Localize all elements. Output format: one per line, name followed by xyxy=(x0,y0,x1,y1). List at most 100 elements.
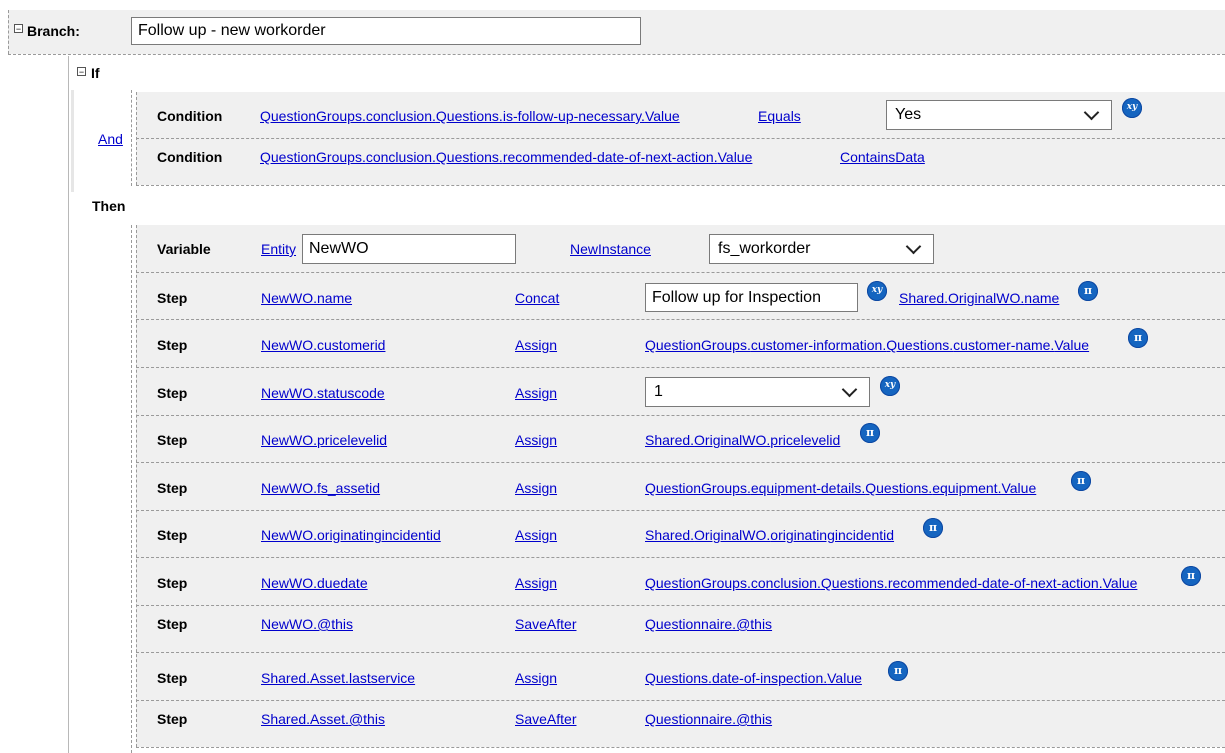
path-segment[interactable]: NewWO. xyxy=(261,616,317,632)
statuscode-select[interactable]: 1 xyxy=(645,377,870,407)
chevron-down-icon xyxy=(841,381,858,398)
path-segment[interactable]: QuestionGroups. xyxy=(260,149,366,165)
path-segment[interactable]: is-follow-up-necessary. xyxy=(503,108,645,124)
path-segment[interactable]: equipment-details. xyxy=(751,480,865,496)
path-segment[interactable]: date-of-inspection. xyxy=(712,670,827,686)
entity-link[interactable]: Entity xyxy=(261,241,296,257)
path-segment[interactable]: Value xyxy=(1054,337,1089,353)
path-segment[interactable]: QuestionGroups. xyxy=(645,480,751,496)
path-segment[interactable]: fs_assetid xyxy=(317,480,380,496)
path-segment[interactable]: Questions. xyxy=(886,337,953,353)
pi-icon[interactable]: π xyxy=(1128,328,1148,348)
path-segment[interactable]: NewWO. xyxy=(261,575,317,591)
path-segment[interactable]: Questions. xyxy=(436,108,503,124)
operator-link[interactable]: Equals xyxy=(758,108,801,124)
path-segment[interactable]: pricelevelid xyxy=(770,432,840,448)
path-segment[interactable]: conclusion. xyxy=(751,575,821,591)
path-segment[interactable]: conclusion. xyxy=(366,149,436,165)
path-segment[interactable]: statuscode xyxy=(317,385,385,401)
branch-name-input[interactable]: Follow up - new workorder xyxy=(131,17,641,45)
step-action-link[interactable]: SaveAfter xyxy=(515,616,576,632)
path-segment[interactable]: QuestionGroups. xyxy=(260,108,366,124)
path-segment[interactable]: Shared. xyxy=(645,527,694,543)
path-segment[interactable]: Value xyxy=(1103,575,1138,591)
path-segment[interactable]: Shared. xyxy=(899,290,948,306)
path-segment[interactable]: duedate xyxy=(317,575,368,591)
path-segment[interactable]: recommended-date-of-next-action. xyxy=(888,575,1103,591)
path-segment[interactable]: conclusion. xyxy=(366,108,436,124)
path-segment[interactable]: NewWO. xyxy=(261,480,317,496)
path-segment[interactable]: Value xyxy=(645,108,680,124)
path-segment[interactable]: originatingincidentid xyxy=(770,527,894,543)
path-segment[interactable]: recommended-date-of-next-action. xyxy=(503,149,718,165)
pi-icon[interactable]: π xyxy=(860,423,880,443)
path-segment[interactable]: Value xyxy=(1001,480,1036,496)
path-segment[interactable]: Asset. xyxy=(310,711,349,727)
path-segment[interactable]: @this xyxy=(736,711,772,727)
step-action-link[interactable]: Assign xyxy=(515,670,557,686)
path-segment[interactable]: name xyxy=(317,290,352,306)
concat-text-input[interactable]: Follow up for Inspection xyxy=(645,283,858,312)
path-segment[interactable]: Questionnaire. xyxy=(645,711,736,727)
new-instance-link[interactable]: NewInstance xyxy=(570,241,651,257)
step-action-link[interactable]: Assign xyxy=(515,527,557,543)
path-segment[interactable]: OriginalWO. xyxy=(948,290,1024,306)
path-segment[interactable]: @this xyxy=(736,616,772,632)
path-segment[interactable]: OriginalWO. xyxy=(694,432,770,448)
divider xyxy=(8,10,9,54)
path-segment[interactable]: Asset. xyxy=(310,670,349,686)
path-segment[interactable]: QuestionGroups. xyxy=(645,337,751,353)
xy-icon[interactable]: xy xyxy=(880,376,900,396)
path-segment[interactable]: customer-information. xyxy=(751,337,886,353)
path-segment[interactable]: name xyxy=(1024,290,1059,306)
path-segment[interactable]: NewWO. xyxy=(261,432,317,448)
pi-icon[interactable]: π xyxy=(1071,471,1091,491)
path-segment[interactable]: QuestionGroups. xyxy=(645,575,751,591)
pi-icon[interactable]: π xyxy=(1078,281,1098,301)
condition-value-select[interactable]: Yes xyxy=(886,100,1112,130)
step-action-link[interactable]: Assign xyxy=(515,575,557,591)
path-segment[interactable]: Shared. xyxy=(261,670,310,686)
path-segment[interactable]: customerid xyxy=(317,337,385,353)
path-segment[interactable]: Questions. xyxy=(645,670,712,686)
path-segment[interactable]: OriginalWO. xyxy=(694,527,770,543)
pi-icon[interactable]: π xyxy=(888,661,908,681)
xy-icon[interactable]: xy xyxy=(1122,98,1142,118)
path-segment[interactable]: Shared. xyxy=(645,432,694,448)
step-action-link[interactable]: Assign xyxy=(515,337,557,353)
pi-icon[interactable]: π xyxy=(923,518,943,538)
step-action-link[interactable]: SaveAfter xyxy=(515,711,576,727)
condition-path: QuestionGroups.conclusion.Questions.is-f… xyxy=(260,108,680,124)
entity-type-select[interactable]: fs_workorder xyxy=(709,234,934,264)
pi-icon[interactable]: π xyxy=(1181,566,1201,586)
path-segment[interactable]: Questions. xyxy=(821,575,888,591)
path-segment[interactable]: Questionnaire. xyxy=(645,616,736,632)
if-label: If xyxy=(91,65,100,81)
path-segment[interactable]: Questions. xyxy=(865,480,932,496)
path-segment[interactable]: NewWO. xyxy=(261,527,317,543)
path-segment[interactable]: NewWO. xyxy=(261,290,317,306)
collapse-icon[interactable]: − xyxy=(77,67,86,76)
xy-icon[interactable]: xy xyxy=(867,281,887,301)
path-segment[interactable]: Value xyxy=(718,149,753,165)
path-segment[interactable]: NewWO. xyxy=(261,385,317,401)
operator-link[interactable]: ContainsData xyxy=(840,149,925,165)
path-segment[interactable]: originatingincidentid xyxy=(317,527,441,543)
entity-name-input[interactable]: NewWO xyxy=(302,234,516,264)
path-segment[interactable]: Value xyxy=(827,670,862,686)
step-action-link[interactable]: Assign xyxy=(515,480,557,496)
path-segment[interactable]: pricelevelid xyxy=(317,432,387,448)
collapse-icon[interactable]: − xyxy=(14,24,23,33)
path-segment[interactable]: @this xyxy=(317,616,353,632)
step-action-link[interactable]: Assign xyxy=(515,432,557,448)
path-segment[interactable]: Shared. xyxy=(261,711,310,727)
path-segment[interactable]: customer-name. xyxy=(953,337,1054,353)
path-segment[interactable]: @this xyxy=(349,711,385,727)
step-action-link[interactable]: Concat xyxy=(515,290,559,306)
path-segment[interactable]: NewWO. xyxy=(261,337,317,353)
path-segment[interactable]: Questions. xyxy=(436,149,503,165)
and-link[interactable]: And xyxy=(98,131,123,147)
path-segment[interactable]: lastservice xyxy=(349,670,415,686)
path-segment[interactable]: equipment. xyxy=(932,480,1001,496)
step-action-link[interactable]: Assign xyxy=(515,385,557,401)
